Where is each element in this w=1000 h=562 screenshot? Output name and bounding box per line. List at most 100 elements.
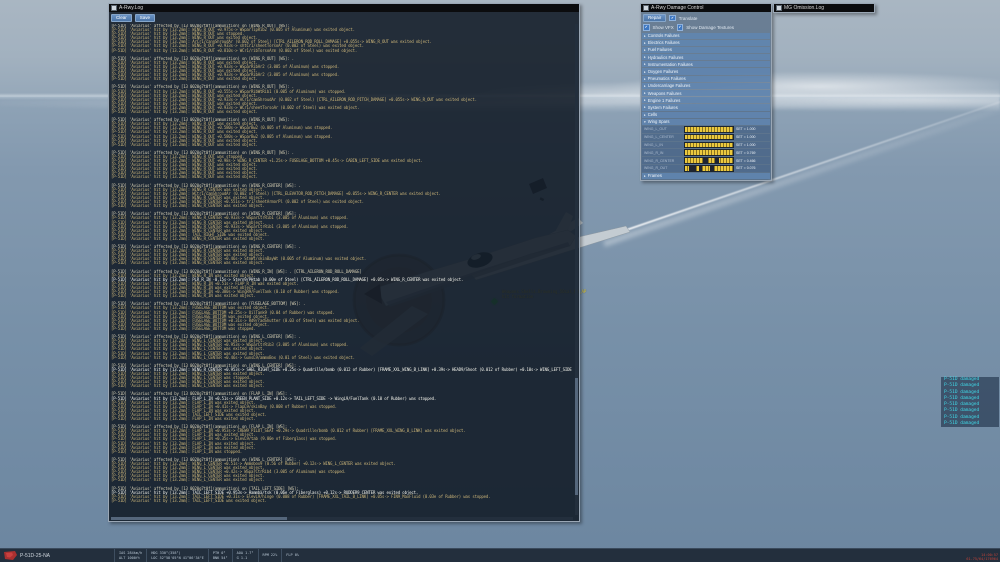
failure-section-frames[interactable]: ▸ Frames xyxy=(642,172,770,179)
show-vfx-label: Show VFX xyxy=(652,24,674,30)
mini-log-window: MG Omission.Log xyxy=(773,3,875,13)
set-value: SET = 1.000 xyxy=(736,135,756,140)
failure-section-tail: ▸ Frames xyxy=(642,172,770,179)
spar-slider-wing_l_in[interactable]: WING_L_IN SET = 1.000 xyxy=(642,141,770,149)
log-vertical-scrollbar[interactable] xyxy=(575,24,578,515)
flight-stats: IAS 284km/h ALT 1000ft HDG 330°(358°) LOC 5… xyxy=(114,549,303,562)
window-icon xyxy=(111,5,117,11)
stat-group: FLP 0% xyxy=(281,549,303,562)
repair-button[interactable]: Repair xyxy=(643,14,667,22)
failure-section-hydraulics-failures[interactable]: ▸ Hydraulics Failures xyxy=(642,54,770,61)
failure-section-electrics-failures[interactable]: ▸ Electrics Failures xyxy=(642,39,770,46)
failure-section-list: ▸ Controls Failures ▸ Electrics Failures ▸ Fu… xyxy=(642,32,770,125)
chevron-right-icon: ▸ xyxy=(644,112,646,117)
spar-slider-wing_l_out[interactable]: WING_L_OUT SET = 1.000 xyxy=(642,125,770,133)
set-value: SET = 0.466 xyxy=(736,158,756,163)
set-value: SET = 0.076 xyxy=(736,166,756,171)
chevron-right-icon: ▸ xyxy=(644,91,646,96)
show-damage-textures-checkbox[interactable]: ✔ xyxy=(676,24,684,31)
chevron-right-icon: ▸ xyxy=(644,40,646,45)
damage-gap xyxy=(709,166,714,171)
translate-label: Translate xyxy=(678,15,698,21)
scroll-thumb[interactable] xyxy=(575,377,578,496)
damage-gap xyxy=(714,158,719,163)
window-icon xyxy=(776,5,782,11)
failure-section-wing-spars[interactable]: ▾ Wing Spars xyxy=(642,118,770,125)
damage-control-titlebar[interactable]: A-Rwy Damage Control xyxy=(641,4,771,12)
coalition-flag-icon xyxy=(4,551,17,560)
damage-message-list: P-51D damaged P-51D damaged P-51D damaged P… xyxy=(941,377,999,428)
integrity-bar[interactable] xyxy=(684,149,734,156)
integrity-bar[interactable] xyxy=(684,141,734,149)
chevron-right-icon: ▸ xyxy=(644,173,646,178)
stat-group: PTH 0° BNK 54° xyxy=(207,549,232,562)
integrity-bar[interactable] xyxy=(684,133,734,141)
wing-spar-sliders: WING_L_OUT SET = 1.000 WING_L_CENTER SET = … xyxy=(642,125,770,172)
integrity-bar[interactable] xyxy=(684,126,734,133)
failure-section-controls-failures[interactable]: ▸ Controls Failures xyxy=(642,32,770,39)
simulator-screen: Weapons.Shells.Browning_50cal_M2_AP hit … xyxy=(0,0,1000,562)
integrity-bar[interactable] xyxy=(684,165,734,172)
show-vfx-checkbox[interactable]: ✔ xyxy=(643,24,650,31)
chevron-right-icon: ▸ xyxy=(644,33,646,38)
chevron-right-icon: ▸ xyxy=(644,47,646,52)
failure-section-oxygen-failures[interactable]: ▸ Oxygen Failures xyxy=(642,68,770,75)
set-value: SET = 1.000 xyxy=(736,127,756,132)
stat-group: HDG 330°(358°) LOC 52°58'05"N 41°06'34"E xyxy=(146,549,208,562)
log-line: [P-51D] 'Aviarius' hit by [13.2mm]: TAIL… xyxy=(111,497,267,503)
failure-section-cells[interactable]: ▸ Cells xyxy=(642,111,770,118)
save-button[interactable]: Save xyxy=(134,14,156,22)
set-value: SET = 0.769 xyxy=(736,150,756,155)
failure-section-undercarriage-failures[interactable]: ▸ Undercarriage Failures xyxy=(642,82,770,89)
spar-label: WING_R_OUT xyxy=(644,166,668,171)
spar-label: WING_L_OUT xyxy=(644,127,667,132)
failure-section-instrumentation-failures[interactable]: ▸ Instrumentation Failures xyxy=(642,61,770,68)
chevron-right-icon: ▸ xyxy=(644,62,646,67)
chevron-right-icon: ▸ xyxy=(644,55,646,60)
spar-slider-wing_l_center[interactable]: WING_L_CENTER SET = 1.000 xyxy=(642,133,770,141)
unit-type-label: P-51D-25-NA xyxy=(20,552,51,559)
spar-label: WING_L_CENTER xyxy=(644,135,674,140)
stat-group: IAS 284km/h ALT 1000ft xyxy=(114,549,146,562)
spar-slider-wing_r_in[interactable]: WING_R_IN SET = 0.769 xyxy=(642,149,770,157)
debug-log-window: A-Rwy.Log Clear Save [P-51D] 'Aviarius' … xyxy=(108,3,580,522)
chevron-down-icon: ▾ xyxy=(644,119,646,124)
failure-section-fuel-failures[interactable]: ▸ Fuel Failures xyxy=(642,46,770,54)
failure-section-weapons-failures[interactable]: ▸ Weapons Failures xyxy=(642,90,770,97)
chevron-right-icon: ▸ xyxy=(644,76,646,81)
chevron-right-icon: ▸ xyxy=(644,105,646,110)
show-damage-textures-label: Show Damage Textures xyxy=(686,24,734,30)
log-horizontal-scrollbar[interactable] xyxy=(111,517,573,520)
clear-button[interactable]: Clear xyxy=(111,14,132,22)
spar-label: WING_L_IN xyxy=(644,142,663,147)
chevron-right-icon: ▸ xyxy=(644,98,646,103)
damage-gap xyxy=(688,166,696,171)
failure-section-engine-1-failures[interactable]: ▸ Engine 1 Failures xyxy=(642,97,770,104)
stat-group: RPM 22% xyxy=(257,549,282,562)
stat-group: AOA 1.7° G 1.1 xyxy=(231,549,258,562)
window-icon xyxy=(643,5,649,11)
damage-gap xyxy=(699,166,703,171)
spar-label: WING_R_IN xyxy=(644,150,664,155)
spar-slider-wing_r_center[interactable]: WING_R_CENTER SET = 0.466 xyxy=(642,157,770,164)
set-value: SET = 1.000 xyxy=(736,142,756,147)
integrity-bar[interactable] xyxy=(684,157,734,164)
log-lines: [P-51D] 'Aviarius' affected by [13 0020g… xyxy=(111,24,574,516)
damage-control-window: A-Rwy Damage Control Repair ✔ Translate … xyxy=(640,3,772,181)
clock-fps: 14:00:57 61.75/64/176964 xyxy=(966,552,998,561)
status-bar: P-51D-25-NA IAS 284km/h ALT 1000ft HDG 330… xyxy=(0,548,1000,562)
mini-log-titlebar[interactable]: MG Omission.Log xyxy=(774,4,874,12)
log-window-titlebar[interactable]: A-Rwy.Log xyxy=(109,4,579,12)
failure-section-pneumatics-failures[interactable]: ▸ Pneumatics Failures xyxy=(642,75,770,82)
mini-log-title: MG Omission.Log xyxy=(784,5,825,11)
translate-checkbox[interactable]: ✔ xyxy=(669,14,676,22)
log-window-title: A-Rwy.Log xyxy=(119,5,144,11)
spar-label: WING_R_CENTER xyxy=(644,158,675,163)
scroll-thumb[interactable] xyxy=(111,517,287,520)
damage-message: P-51D damaged xyxy=(941,421,999,428)
damage-control-title: A-Rwy Damage Control xyxy=(651,5,704,11)
damage-gap xyxy=(703,158,709,163)
chevron-right-icon: ▸ xyxy=(644,83,646,88)
failure-section-system-failures[interactable]: ▸ System Failures xyxy=(642,104,770,111)
spar-slider-wing_r_out[interactable]: WING_R_OUT SET = 0.076 xyxy=(642,164,770,172)
